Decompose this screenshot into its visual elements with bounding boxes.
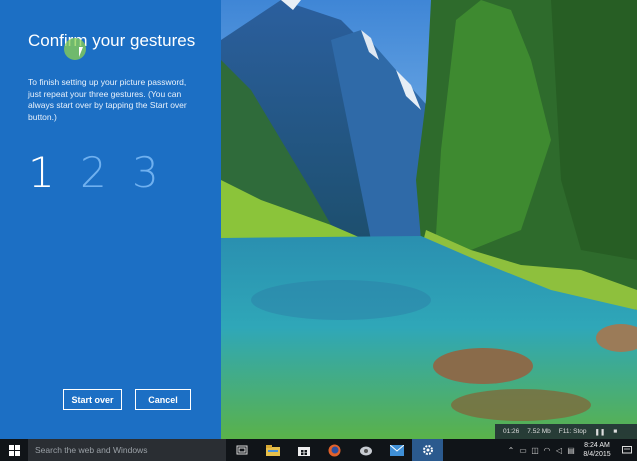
cancel-button[interactable]: Cancel	[135, 389, 191, 410]
system-tray: ⌃ ▭ ◫ ◠ ◁ ▤ 8:24 AM 8/4/2015	[505, 439, 637, 461]
recorder-bar: 01:26 7.52 Mb F11: Stop ❚❚ ■	[495, 424, 637, 439]
clock-time: 8:24 AM	[584, 442, 610, 449]
chevron-up-icon[interactable]: ⌃	[505, 439, 517, 461]
recorder-stop[interactable]: F11: Stop	[559, 428, 587, 435]
media-icon[interactable]	[350, 439, 381, 461]
recorder-time: 01:26	[503, 428, 520, 435]
taskbar: Search the web and Windows ⌃ ▭ ◫ ◠ ◁ ▤ 8…	[0, 439, 637, 461]
gesture-steps: 1 2 3	[28, 148, 184, 198]
store-icon[interactable]	[288, 439, 319, 461]
firefox-icon[interactable]	[319, 439, 350, 461]
pause-icon[interactable]: ❚❚	[594, 428, 605, 436]
volume-icon[interactable]: ◁	[553, 439, 565, 461]
clock[interactable]: 8:24 AM 8/4/2015	[577, 441, 617, 459]
mail-icon[interactable]	[381, 439, 412, 461]
panel-description: To finish setting up your picture passwo…	[28, 77, 187, 122]
battery-icon[interactable]: ▭	[517, 439, 529, 461]
stop-icon[interactable]: ■	[613, 428, 617, 435]
notification-icon[interactable]	[617, 439, 637, 461]
panel-title: Confirm your gestures	[28, 31, 196, 50]
picture-password-image[interactable]	[221, 0, 637, 439]
file-explorer-icon[interactable]	[257, 439, 288, 461]
recorder-size: 7.52 Mb	[527, 428, 551, 435]
start-button[interactable]	[0, 439, 28, 461]
gesture-step-3: 3	[132, 148, 159, 197]
gesture-step-2: 2	[80, 148, 107, 197]
landscape-picture	[221, 0, 637, 439]
gesture-step-1: 1	[28, 148, 55, 197]
mouse-cursor-icon	[79, 47, 87, 57]
picture-password-panel: Confirm your gestures To finish setting …	[0, 0, 221, 439]
settings-icon[interactable]	[412, 439, 443, 461]
network-icon[interactable]: ◫	[529, 439, 541, 461]
clock-date: 8/4/2015	[583, 451, 611, 458]
search-input[interactable]: Search the web and Windows	[28, 439, 226, 461]
windows-logo-icon	[8, 444, 20, 456]
wifi-icon[interactable]: ◠	[541, 439, 553, 461]
start-over-button[interactable]: Start over	[63, 389, 122, 410]
keyboard-icon[interactable]: ▤	[565, 439, 577, 461]
task-view-icon[interactable]	[226, 439, 257, 461]
